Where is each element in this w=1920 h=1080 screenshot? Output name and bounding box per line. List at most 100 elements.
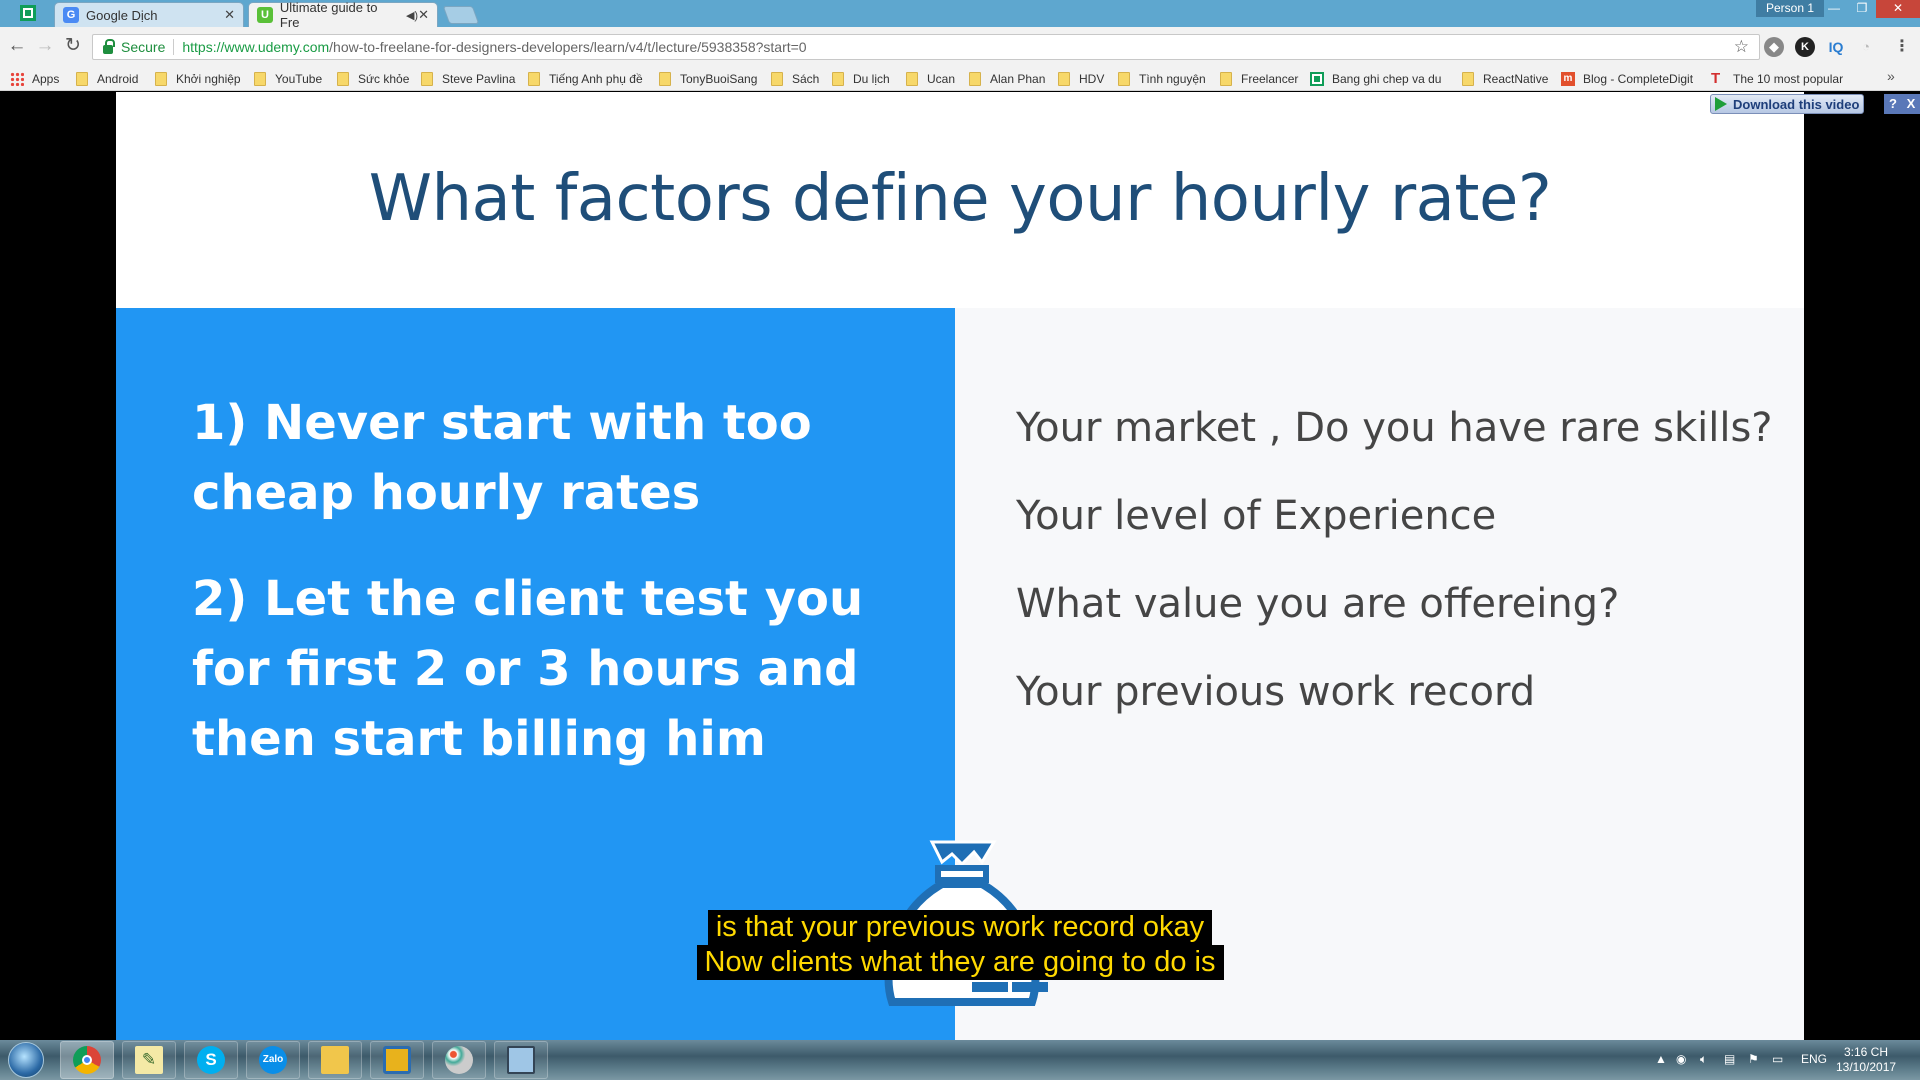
- restore-button[interactable]: ❐: [1848, 0, 1876, 18]
- bookmark-folder[interactable]: Tiếng Anh phụ đề: [528, 70, 643, 88]
- folder-icon: [1462, 72, 1474, 86]
- bookmark-folder[interactable]: YouTube: [254, 70, 322, 88]
- tab-google-dich[interactable]: G Google Dịch ✕: [54, 2, 244, 27]
- close-tab-icon[interactable]: ✕: [418, 7, 429, 23]
- subtitle-line-1: is that your previous work record okay: [707, 910, 1213, 945]
- tip-1: 1) Never start with too cheap hourly rat…: [192, 395, 812, 521]
- close-tab-icon[interactable]: ✕: [224, 7, 235, 23]
- browser-toolbar: ← → ↻ Secure https://www.udemy.com /how-…: [0, 27, 1920, 67]
- extension-k-icon[interactable]: K: [1795, 37, 1815, 57]
- app-icon: [383, 1046, 411, 1074]
- url-path: /how-to-freelane-for-designers-developer…: [329, 39, 807, 55]
- network-icon[interactable]: ▭: [1772, 1052, 1783, 1066]
- bookmark-folder[interactable]: Tình nguyện: [1118, 70, 1206, 88]
- folder-icon: [832, 72, 844, 86]
- start-button[interactable]: [8, 1042, 44, 1078]
- folder-icon: [337, 72, 349, 86]
- taskbar-notepad[interactable]: ✎: [122, 1041, 176, 1079]
- new-tab-button[interactable]: [442, 6, 480, 24]
- bookmark-folder[interactable]: Sách: [771, 70, 819, 88]
- extension-shield-icon[interactable]: ◆: [1764, 37, 1784, 57]
- bookmark-folder[interactable]: Freelancer: [1220, 70, 1298, 88]
- subtitle-caption: is that your previous work record okay N…: [0, 910, 1920, 980]
- reload-icon[interactable]: ↻: [62, 35, 84, 57]
- address-bar[interactable]: Secure https://www.udemy.com /how-to-fre…: [92, 34, 1760, 60]
- bookmark-folder[interactable]: Alan Phan: [969, 70, 1045, 88]
- bookmark-folder[interactable]: Khởi nghiệp: [155, 70, 241, 88]
- sheets-app-icon[interactable]: [20, 5, 36, 21]
- language-indicator[interactable]: ENG: [1801, 1052, 1827, 1066]
- tray-app-icon[interactable]: ◉: [1676, 1052, 1686, 1066]
- taskbar-zalo[interactable]: Zalo: [246, 1041, 300, 1079]
- tab-strip: G Google Dịch ✕ U Ultimate guide to Fre …: [0, 0, 1920, 30]
- taskbar-paint[interactable]: [432, 1041, 486, 1079]
- taskbar-file-explorer[interactable]: [308, 1041, 362, 1079]
- bookmark-blog[interactable]: m Blog - CompleteDigit: [1561, 70, 1693, 88]
- bookmark-apps[interactable]: Apps: [10, 70, 59, 88]
- bookmark-sheet[interactable]: Bang ghi chep va du: [1310, 70, 1441, 88]
- download-video-button[interactable]: Download this video: [1710, 94, 1865, 114]
- extension-iq-icon[interactable]: IQ: [1826, 37, 1846, 57]
- folder-icon: [76, 72, 88, 86]
- folder-icon: [969, 72, 981, 86]
- clock-date: 13/10/2017: [1836, 1060, 1897, 1074]
- skype-icon: S: [197, 1046, 225, 1074]
- video-player[interactable]: What factors define your hourly rate? 1)…: [0, 92, 1920, 1040]
- secure-label: Secure: [121, 39, 166, 55]
- close-window-button[interactable]: ✕: [1876, 0, 1920, 18]
- play-icon: [1715, 97, 1727, 111]
- tab-udemy[interactable]: U Ultimate guide to Fre ◀) ✕: [248, 0, 438, 30]
- folder-icon: [421, 72, 433, 86]
- chrome-icon: [73, 1046, 101, 1074]
- bookmark-star-icon[interactable]: ☆: [1734, 37, 1749, 57]
- paint-icon: [445, 1046, 473, 1074]
- bookmark-folder[interactable]: Sức khỏe: [337, 70, 409, 88]
- download-help-button[interactable]: ?: [1884, 94, 1902, 114]
- bookmark-folder[interactable]: ReactNative: [1462, 70, 1548, 88]
- windows-taskbar: ✎ S Zalo ▲ ◉ 🔈︎ ▤ ⚑ ▭ ENG 3:16 CH 13/10/…: [0, 1040, 1920, 1080]
- taskbar-skype[interactable]: S: [184, 1041, 238, 1079]
- taskbar-screenshot[interactable]: [494, 1041, 548, 1079]
- bookmark-folder[interactable]: Ucan: [906, 70, 955, 88]
- system-clock[interactable]: 3:16 CH 13/10/2017: [1836, 1045, 1896, 1075]
- factor-item: Your previous work record: [1016, 669, 1536, 715]
- profile-button[interactable]: Person 1: [1756, 0, 1825, 17]
- tab-title: Google Dịch: [86, 7, 158, 23]
- download-close-button[interactable]: X: [1902, 94, 1920, 114]
- taskbar-app[interactable]: [370, 1041, 424, 1079]
- factor-item: Your level of Experience: [1016, 493, 1497, 539]
- minimize-button[interactable]: —: [1820, 0, 1848, 18]
- bookmark-folder[interactable]: Du lịch: [832, 70, 890, 88]
- audio-playing-icon[interactable]: ◀): [406, 9, 418, 22]
- clock-time: 3:16 CH: [1843, 1045, 1889, 1059]
- bookmarks-bar: Apps Android Khởi nghiệp YouTube Sức khỏ…: [0, 67, 1920, 91]
- sheets-icon: [1310, 72, 1324, 86]
- bookmark-folder[interactable]: TonyBuoiSang: [659, 70, 757, 88]
- extension-gray-icon[interactable]: ◔: [1856, 37, 1876, 57]
- blog-icon: m: [1561, 72, 1575, 86]
- folder-icon: [906, 72, 918, 86]
- slide-title: What factors define your hourly rate?: [368, 162, 1552, 236]
- bookmark-folder[interactable]: Android: [76, 70, 138, 88]
- folder-icon: [254, 72, 266, 86]
- folder-icon: [659, 72, 671, 86]
- bookmarks-more-button[interactable]: »: [1887, 68, 1895, 84]
- folder-icon: [771, 72, 783, 86]
- lecture-slide: What factors define your hourly rate? 1)…: [116, 92, 1804, 1040]
- menu-kebab-icon[interactable]: ⋮: [1892, 37, 1912, 57]
- action-center-flag-icon[interactable]: ⚑: [1748, 1052, 1759, 1066]
- screenshot-icon: [507, 1046, 535, 1074]
- bookmark-folder[interactable]: HDV: [1058, 70, 1104, 88]
- forward-arrow-icon[interactable]: →: [34, 35, 56, 57]
- volume-icon[interactable]: 🔈︎: [1700, 1052, 1707, 1067]
- file-explorer-icon: [321, 1046, 349, 1074]
- bookmark-t[interactable]: T The 10 most popular: [1711, 70, 1843, 88]
- taskbar-chrome[interactable]: [60, 1041, 114, 1079]
- tray-doc-icon[interactable]: ▤: [1724, 1052, 1735, 1066]
- factor-item: Your market , Do you have rare skills?: [1016, 405, 1773, 451]
- back-arrow-icon[interactable]: ←: [6, 35, 28, 57]
- tip-2: 2) Let the client test you for first 2 o…: [192, 571, 864, 767]
- tray-expand-icon[interactable]: ▲: [1655, 1052, 1667, 1066]
- bookmark-folder[interactable]: Steve Pavlina: [421, 70, 515, 88]
- factor-item: What value you are offereing?: [1016, 581, 1620, 627]
